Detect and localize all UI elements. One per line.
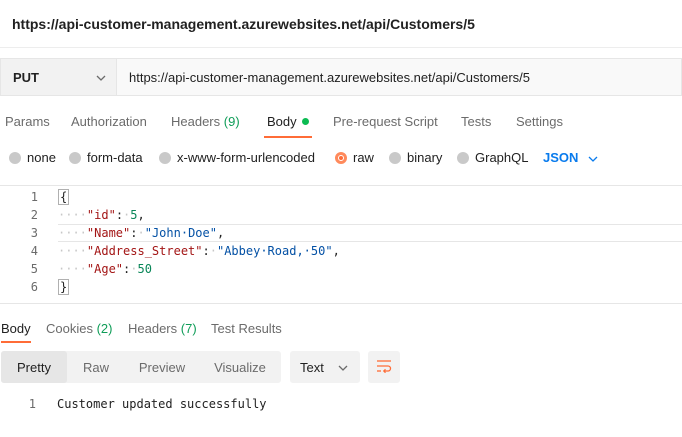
json-value: 50 bbox=[137, 262, 152, 276]
response-tab-headers-label: Headers bbox=[128, 321, 178, 336]
response-tab-headers-count: (7) bbox=[180, 321, 197, 336]
radio-circle-icon bbox=[159, 151, 171, 164]
radio-binary-label: binary bbox=[407, 150, 443, 165]
tab-authorization[interactable]: Authorization bbox=[71, 114, 147, 129]
response-body: 1 Customer updated successfully bbox=[0, 394, 682, 414]
modified-dot-icon bbox=[301, 118, 309, 125]
json-value: "Abbey·Road,·50" bbox=[216, 244, 333, 258]
radio-raw-label: raw bbox=[353, 150, 374, 165]
line-number: 1 bbox=[28, 397, 36, 411]
request-title-bar: https://api-customer-management.azureweb… bbox=[0, 0, 682, 48]
radio-urlencoded-label: x-www-form-urlencoded bbox=[177, 150, 315, 165]
response-tab-test-results[interactable]: Test Results bbox=[211, 321, 282, 336]
method-value: PUT bbox=[13, 69, 39, 85]
response-tab-cookies-count: (2) bbox=[96, 321, 113, 336]
line-number: 1 bbox=[30, 190, 38, 204]
request-tabs: Params Authorization Headers (9) Body Pr… bbox=[0, 104, 682, 138]
editor-line: 1 { bbox=[0, 188, 682, 206]
radio-circle-icon bbox=[457, 151, 469, 164]
response-tab-headers[interactable]: Headers (7) bbox=[128, 321, 197, 336]
tab-params[interactable]: Params bbox=[5, 114, 50, 129]
open-brace: { bbox=[58, 189, 70, 205]
chevron-down-icon bbox=[338, 360, 348, 374]
json-key: "Address_Street" bbox=[86, 244, 203, 258]
tab-tests[interactable]: Tests bbox=[461, 114, 491, 129]
response-toolbar: Pretty Raw Preview Visualize Text bbox=[0, 351, 682, 383]
chevron-down-icon bbox=[588, 151, 598, 165]
response-text: Customer updated successfully bbox=[57, 397, 267, 411]
tab-body-label: Body bbox=[267, 114, 297, 129]
json-key: "Name" bbox=[86, 226, 131, 240]
chevron-down-icon bbox=[96, 70, 106, 84]
view-pretty-button[interactable]: Pretty bbox=[1, 351, 67, 383]
active-response-tab-indicator bbox=[1, 341, 31, 343]
response-tabs: Body Cookies (2) Headers (7) Test Result… bbox=[0, 316, 682, 344]
response-format-value: Text bbox=[300, 359, 324, 375]
radio-form-data[interactable]: form-data bbox=[69, 150, 143, 165]
radio-graphql[interactable]: GraphQL bbox=[457, 150, 528, 165]
line-number: 4 bbox=[30, 244, 38, 258]
tab-body[interactable]: Body bbox=[267, 114, 309, 129]
line-number: 2 bbox=[30, 208, 38, 222]
line-number: 5 bbox=[30, 262, 38, 276]
line-number: 6 bbox=[30, 280, 38, 294]
method-select[interactable]: PUT bbox=[0, 58, 116, 96]
radio-graphql-label: GraphQL bbox=[475, 150, 529, 165]
response-tab-cookies[interactable]: Cookies (2) bbox=[46, 321, 112, 336]
editor-line: 2 ···· "id": · 5, bbox=[0, 206, 682, 224]
radio-binary[interactable]: binary bbox=[389, 150, 442, 165]
radio-circle-icon bbox=[389, 151, 401, 164]
editor-line-current: 3 ···· "Name": · "John·Doe", bbox=[0, 224, 682, 242]
wrap-lines-icon bbox=[376, 359, 392, 376]
view-preview-button[interactable]: Preview bbox=[125, 351, 199, 383]
body-format-select[interactable]: JSON bbox=[543, 150, 598, 165]
json-key: "Age" bbox=[86, 262, 124, 276]
editor-line: 4 ···· "Address_Street": · "Abbey·Road,·50"… bbox=[0, 242, 682, 260]
body-type-options: none form-data x-www-form-urlencoded raw… bbox=[0, 146, 682, 168]
tab-headers[interactable]: Headers (9) bbox=[171, 114, 240, 129]
view-raw-button[interactable]: Raw bbox=[67, 351, 125, 383]
radio-selected-icon bbox=[335, 151, 347, 164]
url-input[interactable]: https://api-customer-management.azureweb… bbox=[116, 58, 682, 96]
json-value: "John·Doe" bbox=[144, 226, 217, 240]
close-brace: } bbox=[58, 279, 70, 295]
tab-pre-request-script[interactable]: Pre-request Script bbox=[333, 114, 438, 129]
radio-circle-icon bbox=[69, 151, 81, 164]
json-key: "id" bbox=[86, 208, 116, 222]
response-format-select[interactable]: Text bbox=[290, 351, 360, 383]
view-visualize-button[interactable]: Visualize bbox=[199, 351, 281, 383]
request-body-editor[interactable]: 1 { 2 ···· "id": · 5, 3 ···· "Name": · "John·D… bbox=[0, 185, 682, 304]
radio-urlencoded[interactable]: x-www-form-urlencoded bbox=[159, 150, 315, 165]
response-tab-cookies-label: Cookies bbox=[46, 321, 93, 336]
radio-none-label: none bbox=[27, 150, 56, 165]
request-bar: PUT https://api-customer-management.azur… bbox=[0, 58, 682, 96]
tab-headers-label: Headers bbox=[171, 114, 221, 129]
active-tab-indicator bbox=[264, 136, 312, 138]
wrap-lines-button[interactable] bbox=[368, 351, 400, 383]
radio-form-data-label: form-data bbox=[87, 150, 143, 165]
tab-headers-count: (9) bbox=[223, 114, 240, 129]
request-title[interactable]: https://api-customer-management.azureweb… bbox=[12, 16, 475, 32]
tab-settings[interactable]: Settings bbox=[516, 114, 563, 129]
editor-line: 6 } bbox=[0, 278, 682, 296]
response-tab-body[interactable]: Body bbox=[1, 321, 31, 336]
line-number: 3 bbox=[30, 226, 38, 240]
body-format-value: JSON bbox=[543, 150, 579, 165]
response-view-switcher: Pretty Raw Preview Visualize bbox=[1, 351, 281, 383]
radio-none[interactable]: none bbox=[9, 150, 56, 165]
radio-circle-icon bbox=[9, 151, 21, 164]
json-value: 5 bbox=[130, 208, 138, 222]
radio-raw[interactable]: raw bbox=[335, 150, 374, 165]
editor-line: 5 ···· "Age": · 50 bbox=[0, 260, 682, 278]
